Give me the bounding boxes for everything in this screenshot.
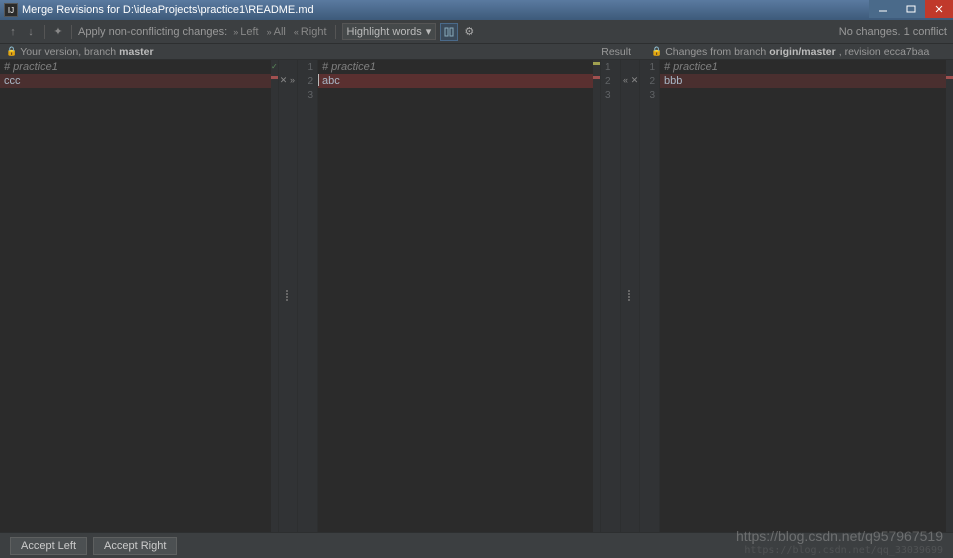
apply-right-button[interactable]: «Right [292, 26, 329, 38]
minimize-button[interactable] [869, 0, 897, 18]
next-change-icon[interactable]: ↓ [24, 25, 38, 39]
prev-change-icon[interactable]: ↑ [6, 25, 20, 39]
marker-conflict[interactable] [946, 76, 953, 79]
apply-left-button[interactable]: »Left [231, 26, 260, 38]
lock-icon: 🔒 [6, 46, 17, 57]
code-line: # practice1 [664, 61, 718, 73]
right-pane-header: 🔒 Changes from branch origin/master , re… [639, 44, 953, 59]
toolbar: ↑ ↓ ✦ Apply non-conflicting changes: »Le… [0, 20, 953, 44]
highlight-dropdown[interactable]: Highlight words ▾ [342, 23, 437, 40]
maximize-button[interactable] [897, 0, 925, 18]
apply-label: Apply non-conflicting changes: [78, 26, 227, 38]
gear-icon[interactable]: ⚙ [462, 25, 476, 39]
lock-icon: 🔒 [651, 46, 662, 57]
result-editor[interactable]: # practice1 abc [318, 60, 600, 532]
mid-pane: 1 2 3 # practice1 abc 1 2 3 [298, 60, 620, 532]
sync-scroll-button[interactable] [440, 23, 458, 41]
titlebar: IJ Merge Revisions for D:\ideaProjects\p… [0, 0, 953, 20]
reject-change-icon[interactable]: ✕ [630, 75, 639, 85]
conflict-status: No changes. 1 conflict [839, 26, 947, 38]
mid-pane-header: Result [297, 44, 639, 59]
mid-gutter-left: 1 2 3 [298, 60, 318, 532]
footer: Accept Left Accept Right [0, 532, 953, 558]
accept-right-button[interactable]: Accept Right [93, 537, 177, 555]
right-revision: ecca7baa [884, 46, 930, 58]
left-editor[interactable]: # practice1 ccc [0, 60, 278, 532]
marker-conflict[interactable] [271, 76, 278, 79]
left-action-gutter: ✕ » [278, 60, 298, 532]
chevron-down-icon: ▾ [426, 25, 432, 38]
marker-conflict[interactable] [593, 76, 600, 79]
apply-right-icon[interactable]: » [288, 75, 297, 85]
splitter-handle[interactable] [286, 290, 289, 302]
code-line: # practice1 [322, 61, 376, 73]
left-pane-header: 🔒 Your version, branch master [0, 44, 297, 59]
right-branch-name: origin/master [769, 46, 836, 58]
separator [44, 25, 45, 39]
marker-warning[interactable] [593, 62, 600, 65]
right-pane: 1 2 3 # practice1 bbb [640, 60, 953, 532]
splitter-handle[interactable] [628, 290, 631, 302]
highlight-label: Highlight words [347, 26, 422, 38]
check-icon [271, 62, 278, 69]
code-line: # practice1 [4, 61, 58, 73]
error-stripe[interactable] [593, 60, 600, 532]
error-stripe[interactable] [271, 60, 278, 532]
code-line: abc [322, 75, 340, 87]
left-pane: # practice1 ccc [0, 60, 278, 532]
error-stripe[interactable] [946, 60, 953, 532]
accept-left-button[interactable]: Accept Left [10, 537, 87, 555]
separator [71, 25, 72, 39]
text-caret [318, 74, 319, 86]
apply-left-icon[interactable]: « [621, 75, 630, 85]
reject-change-icon[interactable]: ✕ [279, 75, 288, 85]
code-line: ccc [4, 75, 21, 87]
window-title: Merge Revisions for D:\ideaProjects\prac… [22, 4, 869, 16]
code-line: bbb [664, 75, 682, 87]
separator [335, 25, 336, 39]
close-button[interactable] [925, 0, 953, 18]
right-gutter: 1 2 3 [640, 60, 660, 532]
mid-gutter-right: 1 2 3 [600, 60, 620, 532]
window-controls [869, 0, 953, 20]
diff-panes: # practice1 ccc ✕ » 1 2 3 # practice1 [0, 60, 953, 532]
app-icon: IJ [4, 3, 18, 17]
magic-resolve-icon[interactable]: ✦ [51, 25, 65, 39]
left-branch-name: master [119, 46, 153, 58]
apply-all-button[interactable]: »All [265, 26, 288, 38]
subheader: 🔒 Your version, branch master Result 🔒 C… [0, 44, 953, 60]
right-action-gutter: « ✕ [620, 60, 640, 532]
right-editor[interactable]: # practice1 bbb [660, 60, 953, 532]
